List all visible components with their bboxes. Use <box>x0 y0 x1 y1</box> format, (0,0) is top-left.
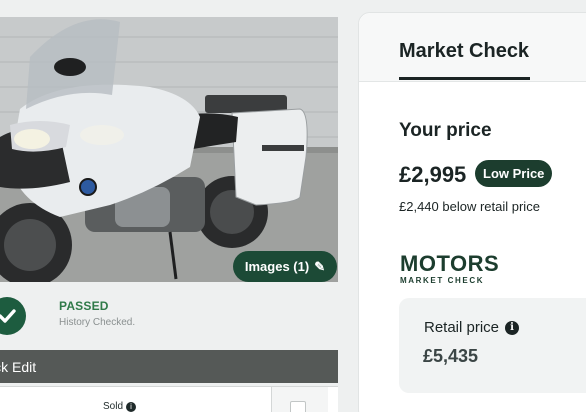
sold-label: Sold i <box>103 401 137 412</box>
motors-logo-word: MOTORS <box>400 251 500 276</box>
market-check-card: Market Check Your price £2,995 Low Price… <box>358 12 586 412</box>
info-icon[interactable]: i <box>126 401 137 412</box>
sold-checkbox[interactable] <box>290 401 306 412</box>
quick-edit-header[interactable]: ick Edit <box>0 350 338 383</box>
history-status: PASSED <box>59 299 109 313</box>
price-value: £2,995 <box>399 162 467 187</box>
check-circle-icon <box>0 297 26 335</box>
motorcycle-image <box>0 17 338 282</box>
your-price-heading: Your price <box>399 120 492 141</box>
sold-label-text: Sold <box>103 401 124 412</box>
vehicle-photo[interactable] <box>0 17 338 282</box>
retail-price-box: Retail price i £5,435 <box>399 298 586 393</box>
low-price-badge: Low Price <box>475 160 553 187</box>
retail-price-value: £5,435 <box>423 346 479 366</box>
motors-logo-sub: MARKET CHECK <box>400 276 485 285</box>
history-check: PASSED History Checked. <box>0 288 338 344</box>
history-subtext: History Checked. <box>59 317 136 328</box>
images-button[interactable]: Images (1) ✎ <box>233 251 337 282</box>
sold-cell <box>271 387 328 412</box>
pencil-icon: ✎ <box>314 258 326 274</box>
card-header: Market Check <box>359 13 586 82</box>
quick-edit-title: ick Edit <box>0 358 37 375</box>
below-retail-text: £2,440 below retail price <box>399 199 540 214</box>
images-button-label: Images (1) <box>244 259 310 274</box>
tab-active-indicator <box>399 77 530 80</box>
tab-market-check[interactable]: Market Check <box>399 40 529 63</box>
retail-price-label: Retail price i <box>424 319 520 336</box>
quick-edit-row: Sold i <box>0 386 338 412</box>
retail-price-label-text: Retail price <box>424 319 500 336</box>
info-icon[interactable]: i <box>505 320 520 335</box>
motors-logo: MOTORS MARKET CHECK <box>400 251 500 286</box>
